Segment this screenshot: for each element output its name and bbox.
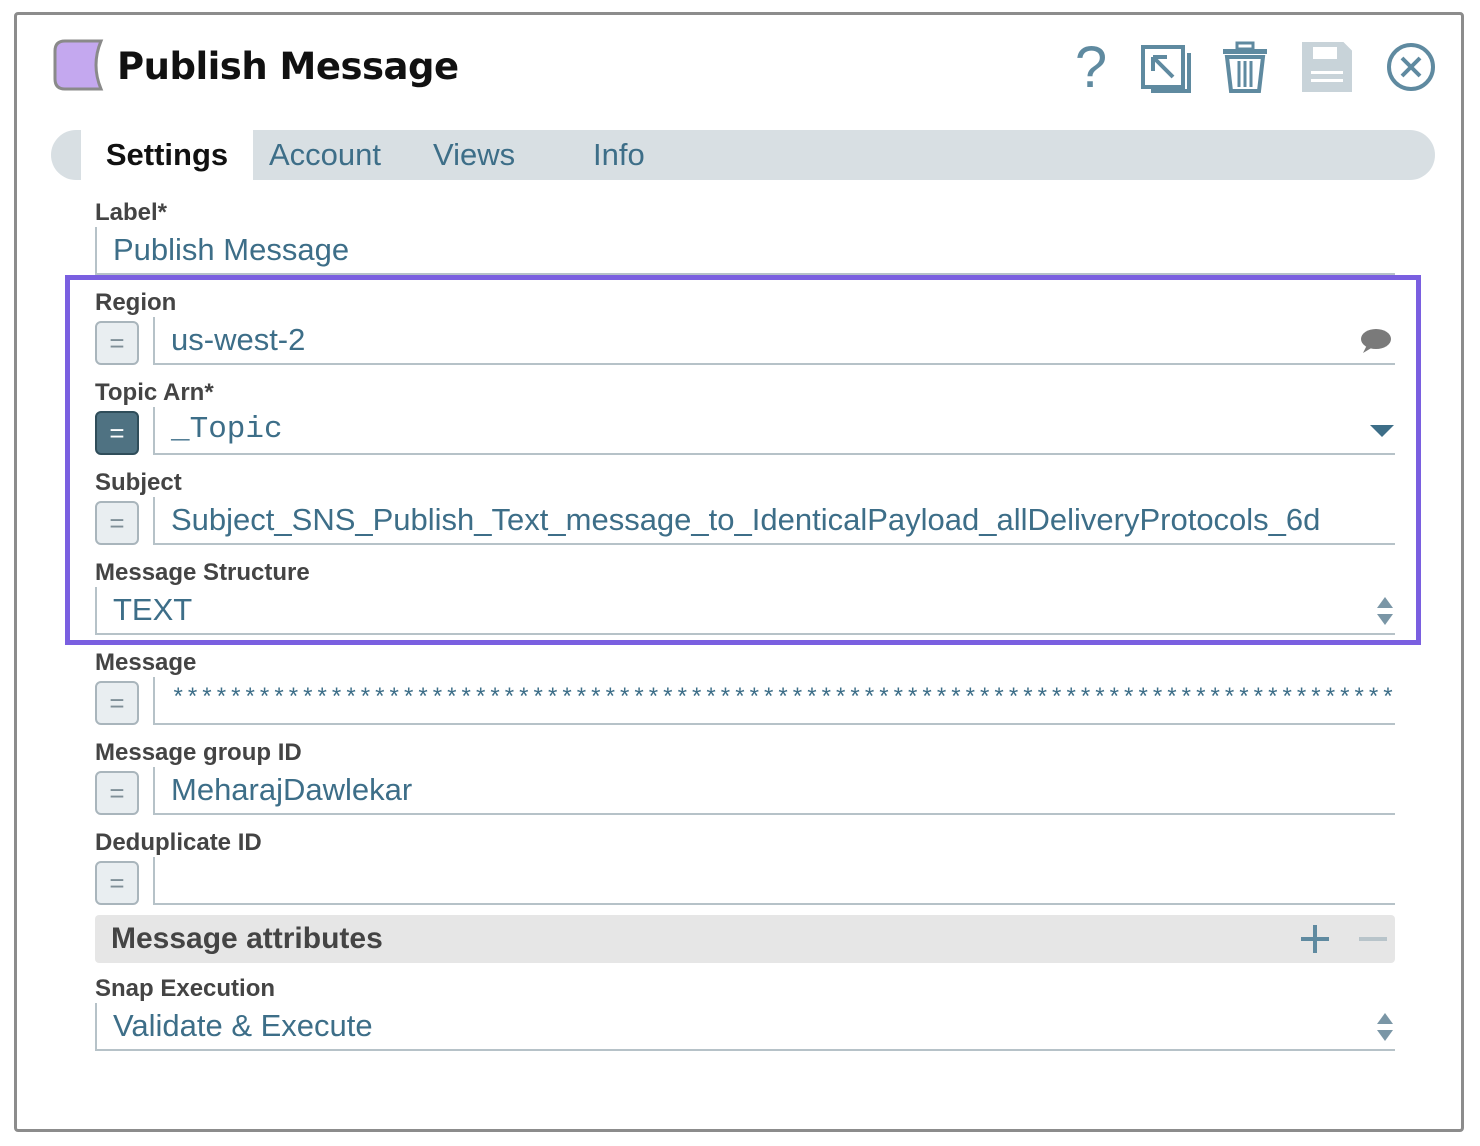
label-input[interactable]: Publish Message bbox=[95, 227, 1395, 275]
region-input[interactable]: us-west-2 bbox=[153, 317, 1395, 365]
subject-expression-toggle[interactable]: = bbox=[95, 501, 139, 545]
trash-icon[interactable] bbox=[1217, 39, 1273, 95]
subject-input[interactable]: Subject_SNS_Publish_Text_message_to_Iden… bbox=[153, 497, 1395, 545]
snap-type-icon bbox=[53, 39, 104, 91]
message-input[interactable]: ****************************************… bbox=[153, 677, 1395, 725]
message-expression-toggle[interactable]: = bbox=[95, 681, 139, 725]
updown-arrow-icon bbox=[1377, 1013, 1393, 1041]
message-attributes-section: Message attributes bbox=[95, 915, 1395, 963]
message-structure-value: TEXT bbox=[113, 592, 193, 627]
deduplicate-id-field-label: Deduplicate ID bbox=[95, 829, 262, 856]
message-structure-field-label: Message Structure bbox=[95, 559, 310, 586]
tab-settings[interactable]: Settings bbox=[81, 130, 253, 186]
topic-arn-field-label: Topic Arn* bbox=[95, 379, 214, 406]
label-field-label: Label* bbox=[95, 199, 168, 226]
dialog-header: Publish Message ? bbox=[17, 15, 1461, 125]
remove-icon[interactable] bbox=[1353, 919, 1393, 959]
message-field-label: Message bbox=[95, 649, 197, 676]
region-value: us-west-2 bbox=[171, 322, 306, 357]
add-icon[interactable] bbox=[1295, 919, 1335, 959]
topic-arn-input[interactable]: _Topic bbox=[153, 407, 1395, 455]
region-expression-toggle[interactable]: = bbox=[95, 321, 139, 365]
save-icon[interactable] bbox=[1299, 39, 1355, 95]
message-group-id-expression-toggle[interactable]: = bbox=[95, 771, 139, 815]
topic-arn-value: _Topic bbox=[171, 412, 283, 447]
svg-text:?: ? bbox=[1075, 39, 1107, 95]
suggest-icon[interactable] bbox=[1359, 327, 1393, 355]
topic-arn-expression-toggle[interactable]: = bbox=[95, 411, 139, 455]
close-icon[interactable] bbox=[1383, 39, 1439, 95]
updown-arrow-icon bbox=[1377, 597, 1393, 625]
chevron-down-icon[interactable] bbox=[1369, 423, 1395, 439]
tab-views[interactable]: Views bbox=[433, 130, 515, 180]
tab-account[interactable]: Account bbox=[269, 130, 381, 180]
region-field-label: Region bbox=[95, 289, 177, 316]
subject-field-label: Subject bbox=[95, 469, 182, 496]
deduplicate-id-expression-toggle[interactable]: = bbox=[95, 861, 139, 905]
dialog-title: Publish Message bbox=[117, 45, 459, 88]
deduplicate-id-input[interactable] bbox=[153, 857, 1395, 905]
message-structure-select[interactable]: TEXT bbox=[95, 587, 1395, 635]
tab-info[interactable]: Info bbox=[593, 130, 645, 180]
export-icon[interactable] bbox=[1137, 39, 1193, 95]
snap-execution-field-label: Snap Execution bbox=[95, 975, 276, 1002]
message-group-id-input[interactable]: MeharajDawlekar bbox=[153, 767, 1395, 815]
snap-settings-dialog: Publish Message ? Settings Account Views… bbox=[14, 12, 1464, 1132]
message-attributes-label: Message attributes bbox=[111, 922, 383, 955]
tab-bar: Settings Account Views Info bbox=[51, 130, 1435, 186]
snap-execution-value: Validate & Execute bbox=[113, 1008, 373, 1043]
snap-execution-select[interactable]: Validate & Execute bbox=[95, 1003, 1395, 1051]
message-group-id-field-label: Message group ID bbox=[95, 739, 302, 766]
help-icon[interactable]: ? bbox=[1063, 35, 1119, 100]
